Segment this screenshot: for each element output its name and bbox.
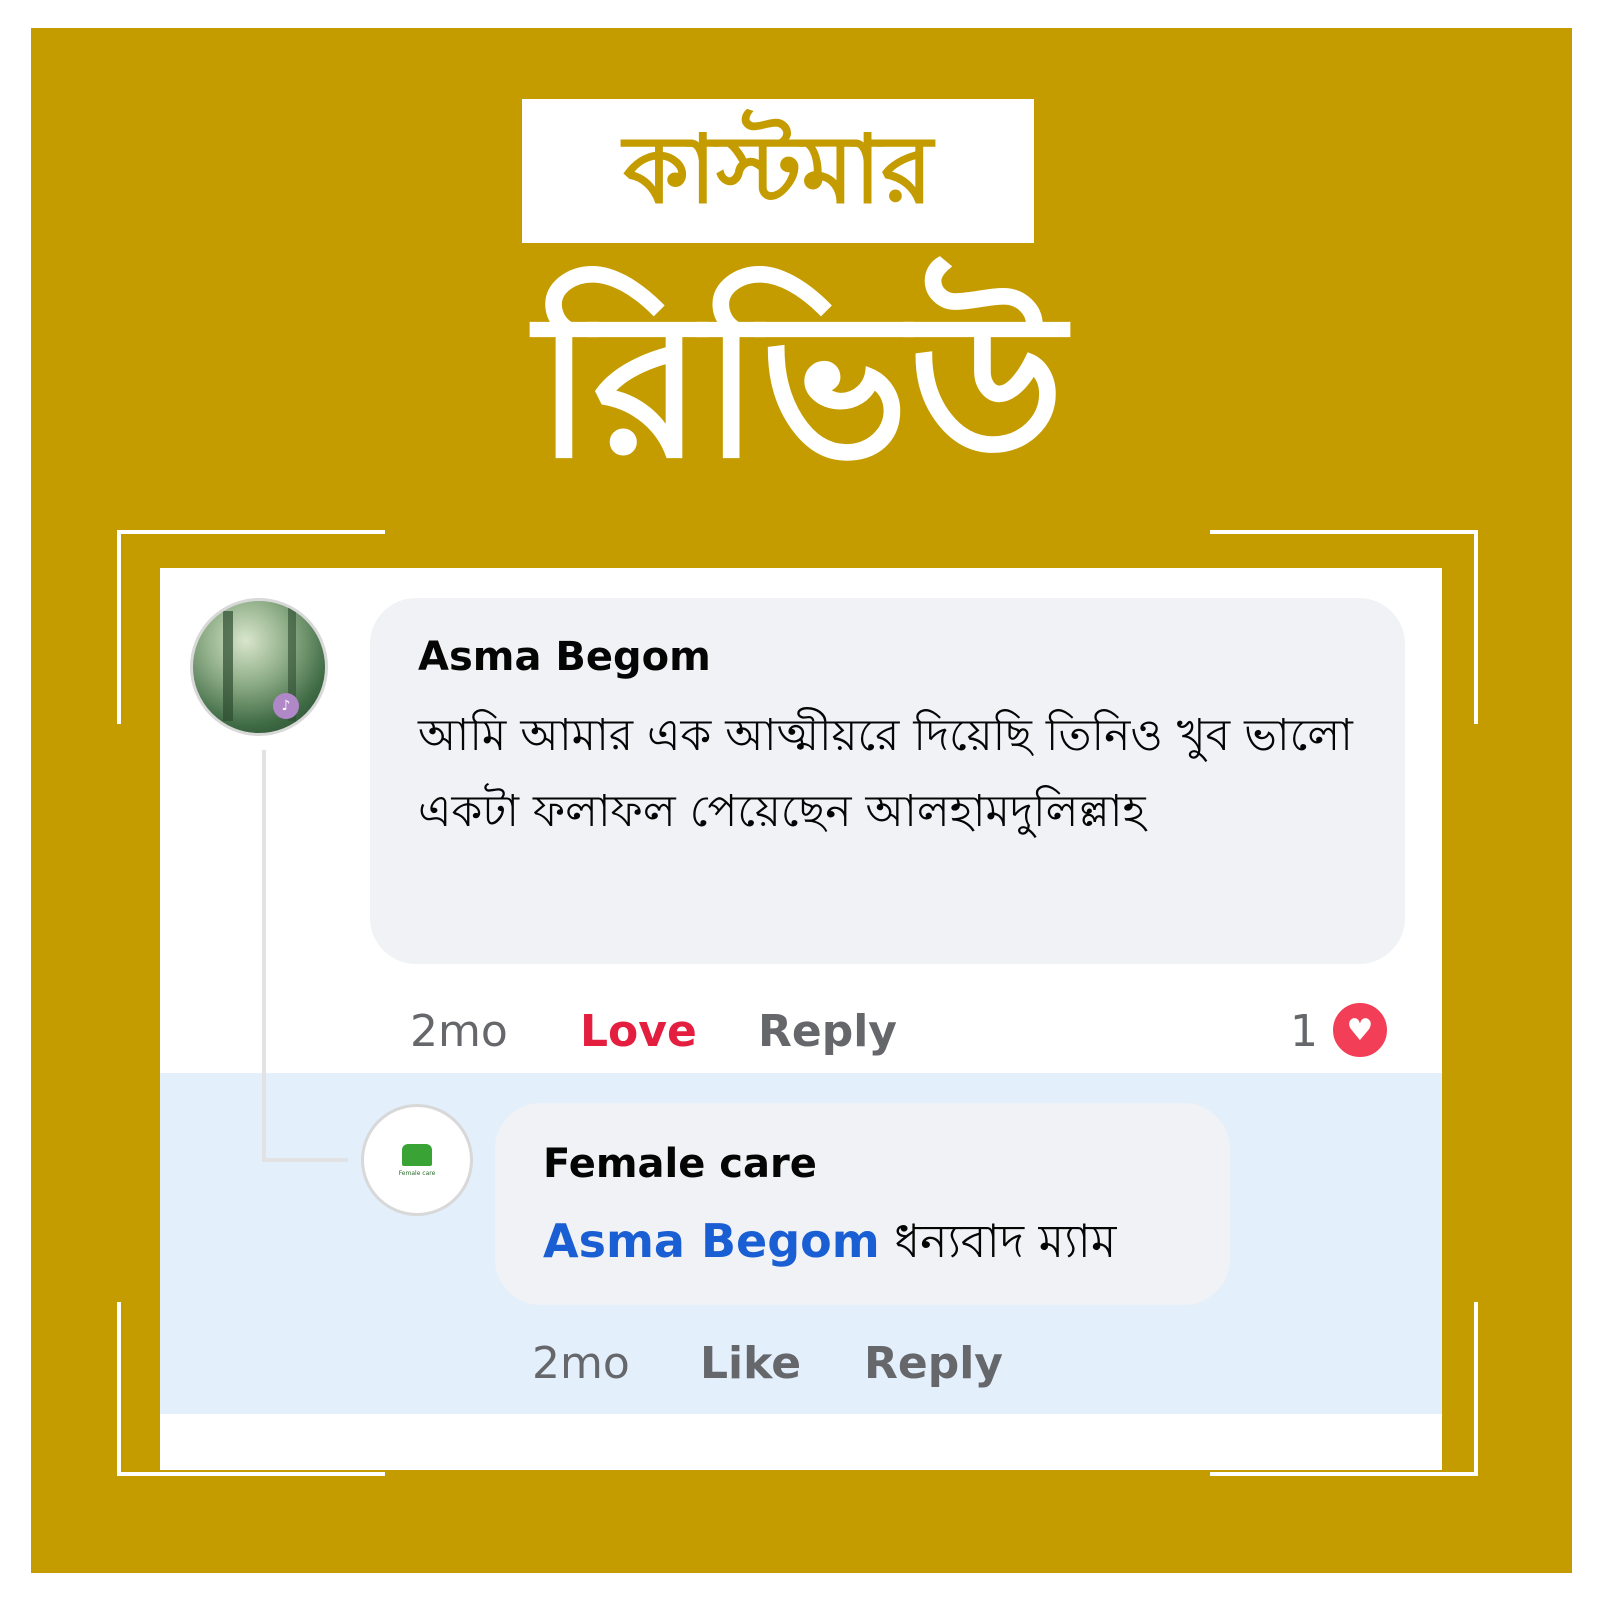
title-small: কাস্টমার bbox=[623, 116, 933, 225]
reply-button[interactable]: Reply bbox=[758, 1006, 897, 1057]
love-button[interactable]: Love bbox=[580, 1006, 697, 1057]
mention-link[interactable]: Asma Begom bbox=[543, 1214, 880, 1268]
thread-connector bbox=[262, 1158, 348, 1162]
thread-line bbox=[262, 750, 266, 1162]
logo-text: Female care bbox=[398, 1169, 436, 1177]
comment-card: ♪ Asma Begom আমি আমার এক আত্মীয়রে দিয়ে… bbox=[160, 568, 1442, 1470]
reply-text: Asma Begom ধন্যবাদ ম্যাম bbox=[543, 1207, 1116, 1283]
title-large: রিভিউ bbox=[535, 270, 1065, 503]
comment-bubble: Asma Begom আমি আমার এক আত্মীয়রে দিয়েছি… bbox=[370, 598, 1405, 964]
like-button[interactable]: Like bbox=[700, 1338, 801, 1389]
comment-text: আমি আমার এক আত্মীয়রে দিয়েছি তিনিও খুব … bbox=[418, 710, 1353, 837]
comment-author[interactable]: Asma Begom bbox=[418, 634, 711, 680]
reply-reply-button[interactable]: Reply bbox=[864, 1338, 1003, 1389]
page-avatar[interactable]: Female care bbox=[361, 1104, 473, 1216]
reply-author[interactable]: Female care bbox=[543, 1141, 817, 1187]
title-label-box: কাস্টমার bbox=[522, 99, 1034, 243]
avatar-badge-icon: ♪ bbox=[273, 693, 299, 719]
reply-message: ধন্যবাদ ম্যাম bbox=[894, 1214, 1117, 1268]
leaf-logo-icon bbox=[402, 1143, 432, 1166]
reaction-count[interactable]: 1 bbox=[1290, 1006, 1318, 1057]
reply-time[interactable]: 2mo bbox=[532, 1338, 630, 1389]
heart-icon[interactable]: ♥ bbox=[1330, 1000, 1390, 1060]
reply-bubble: Female care Asma Begom ধন্যবাদ ম্যাম bbox=[495, 1103, 1230, 1305]
avatar[interactable]: ♪ bbox=[190, 598, 328, 736]
comment-time[interactable]: 2mo bbox=[410, 1006, 508, 1057]
